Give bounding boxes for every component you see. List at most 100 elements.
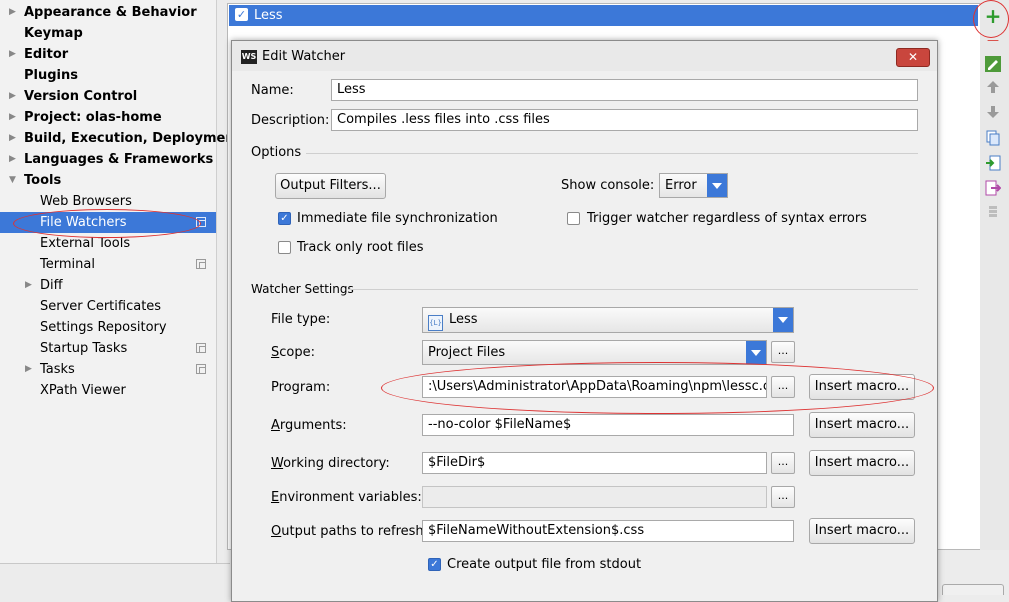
immediate-sync-checkbox[interactable]: ✓: [278, 212, 291, 225]
move-down-icon[interactable]: [983, 105, 1003, 125]
name-label: Name:: [251, 83, 294, 98]
watcher-settings-separator: [348, 289, 918, 290]
arguments-field[interactable]: --no-color $FileName$: [422, 414, 794, 436]
move-up-icon[interactable]: [983, 80, 1003, 100]
program-label: Program:: [271, 380, 331, 395]
tree-item-tools[interactable]: ▼ Tools: [0, 170, 216, 191]
tree-item-terminal[interactable]: Terminal: [0, 254, 216, 275]
add-button-annotation: [973, 0, 1009, 38]
chevron-right-icon[interactable]: ▶: [9, 86, 16, 107]
arguments-label: Arguments:: [271, 418, 347, 433]
tree-item-label: Tools: [24, 173, 62, 188]
tree-item-keymap[interactable]: Keymap: [0, 23, 216, 44]
tree-item-label: Startup Tasks: [40, 341, 128, 356]
output-paths-insert-macro-button[interactable]: Insert macro...: [809, 518, 915, 544]
trigger-regardless-checkbox[interactable]: [567, 212, 580, 225]
chevron-down-icon: [707, 174, 727, 197]
working-directory-insert-macro-button[interactable]: Insert macro...: [809, 450, 915, 476]
scope-label: Scope:: [271, 345, 315, 360]
import-icon[interactable]: [983, 155, 1003, 175]
tree-item-label: Project: olas-home: [24, 110, 162, 125]
scope-value: Project Files: [428, 345, 506, 360]
show-console-select[interactable]: Error: [659, 173, 728, 198]
name-field[interactable]: Less: [331, 79, 918, 101]
chevron-right-icon[interactable]: ▶: [25, 359, 32, 380]
stack-icon: [983, 205, 1003, 225]
chevron-down-icon[interactable]: ▼: [9, 170, 16, 191]
tree-item-label: Server Certificates: [40, 299, 162, 314]
tree-item-label: Appearance & Behavior: [24, 5, 197, 20]
tree-item-xpath-viewer[interactable]: XPath Viewer: [0, 380, 216, 401]
settings-tree: ▶ Appearance & Behavior Keymap ▶ Editor Plugi…: [0, 0, 241, 563]
tree-item-languages-frameworks[interactable]: ▶ Languages & Frameworks: [0, 149, 216, 170]
tree-item-diff[interactable]: ▶ Diff: [0, 275, 216, 296]
chevron-right-icon[interactable]: ▶: [25, 275, 32, 296]
show-console-label: Show console:: [561, 178, 655, 193]
arguments-insert-macro-button[interactable]: Insert macro...: [809, 412, 915, 438]
scope-browse-button[interactable]: ...: [771, 341, 795, 363]
environment-variables-browse-button[interactable]: ...: [771, 486, 795, 508]
chevron-right-icon[interactable]: ▶: [9, 128, 16, 149]
track-root-label: Track only root files: [297, 240, 424, 255]
output-paths-label: Output paths to refresh:: [271, 524, 429, 539]
tree-item-label: Diff: [40, 278, 63, 293]
project-scope-icon: [196, 259, 206, 269]
create-output-checkbox[interactable]: ✓: [428, 558, 441, 571]
options-separator: [306, 153, 918, 154]
chevron-down-icon: [746, 341, 766, 364]
immediate-sync-label: Immediate file synchronization: [297, 211, 498, 226]
show-console-value: Error: [665, 178, 697, 193]
tree-item-label: Terminal: [40, 257, 95, 272]
less-file-icon: {L}: [428, 315, 443, 331]
tree-item-label: Keymap: [24, 26, 83, 41]
watcher-row-less[interactable]: ✓ Less: [229, 5, 978, 26]
chevron-down-icon: [773, 308, 793, 332]
working-directory-field[interactable]: $FileDir$: [422, 452, 767, 474]
copy-icon[interactable]: [983, 130, 1003, 150]
bottom-bar: [0, 563, 230, 591]
environment-variables-label: Environment variables:: [271, 490, 422, 505]
chevron-right-icon[interactable]: ▶: [9, 2, 16, 23]
close-button[interactable]: ✕: [896, 48, 930, 67]
output-filters-button[interactable]: Output Filters...: [275, 173, 386, 199]
watcher-settings-header: Watcher Settings: [251, 282, 354, 296]
chevron-right-icon[interactable]: ▶: [9, 44, 16, 65]
dialog-title: Edit Watcher: [262, 49, 346, 64]
output-paths-field[interactable]: $FileNameWithoutExtension$.css: [422, 520, 794, 542]
edit-watcher-dialog: WS Edit Watcher ✕ Name: Less Description…: [231, 40, 938, 602]
file-type-value: Less: [449, 312, 478, 327]
description-field[interactable]: Compiles .less files into .css files: [331, 109, 918, 131]
tree-item-settings-repository[interactable]: Settings Repository: [0, 317, 216, 338]
tree-item-label: Editor: [24, 47, 69, 62]
tree-item-version-control[interactable]: ▶ Version Control: [0, 86, 216, 107]
tree-item-editor[interactable]: ▶ Editor: [0, 44, 216, 65]
tree-item-project-olas-home[interactable]: ▶ Project: olas-home: [0, 107, 216, 128]
create-output-label: Create output file from stdout: [447, 557, 642, 572]
tree-item-tasks[interactable]: ▶ Tasks: [0, 359, 216, 380]
tree-item-server-certificates[interactable]: Server Certificates: [0, 296, 216, 317]
description-label: Description:: [251, 113, 330, 128]
file-type-select[interactable]: {L} Less: [422, 307, 794, 333]
trigger-regardless-label: Trigger watcher regardless of syntax err…: [587, 211, 867, 226]
chevron-right-icon[interactable]: ▶: [9, 107, 16, 128]
watcher-enabled-checkbox[interactable]: ✓: [235, 8, 248, 21]
tree-item-label: Version Control: [24, 89, 138, 104]
tree-item-label: Languages & Frameworks: [24, 152, 214, 167]
options-header: Options: [251, 145, 302, 160]
edit-icon[interactable]: [983, 56, 1003, 76]
environment-variables-field[interactable]: [422, 486, 767, 508]
tree-item-label: Build, Execution, Deployment: [24, 131, 241, 146]
working-directory-label: Working directory:: [271, 456, 390, 471]
tree-item-startup-tasks[interactable]: Startup Tasks: [0, 338, 216, 359]
tree-item-label: XPath Viewer: [40, 383, 126, 398]
program-annotation: [381, 362, 934, 414]
export-icon[interactable]: [983, 180, 1003, 200]
webstorm-icon: WS: [241, 50, 257, 64]
track-root-checkbox[interactable]: [278, 241, 291, 254]
tree-item-appearance-behavior[interactable]: ▶ Appearance & Behavior: [0, 2, 216, 23]
tree-item-build-execution-deployment[interactable]: ▶ Build, Execution, Deployment: [0, 128, 241, 149]
chevron-right-icon[interactable]: ▶: [9, 149, 16, 170]
scope-select[interactable]: Project Files: [422, 340, 767, 365]
working-directory-browse-button[interactable]: ...: [771, 452, 795, 474]
tree-item-plugins[interactable]: Plugins: [0, 65, 216, 86]
